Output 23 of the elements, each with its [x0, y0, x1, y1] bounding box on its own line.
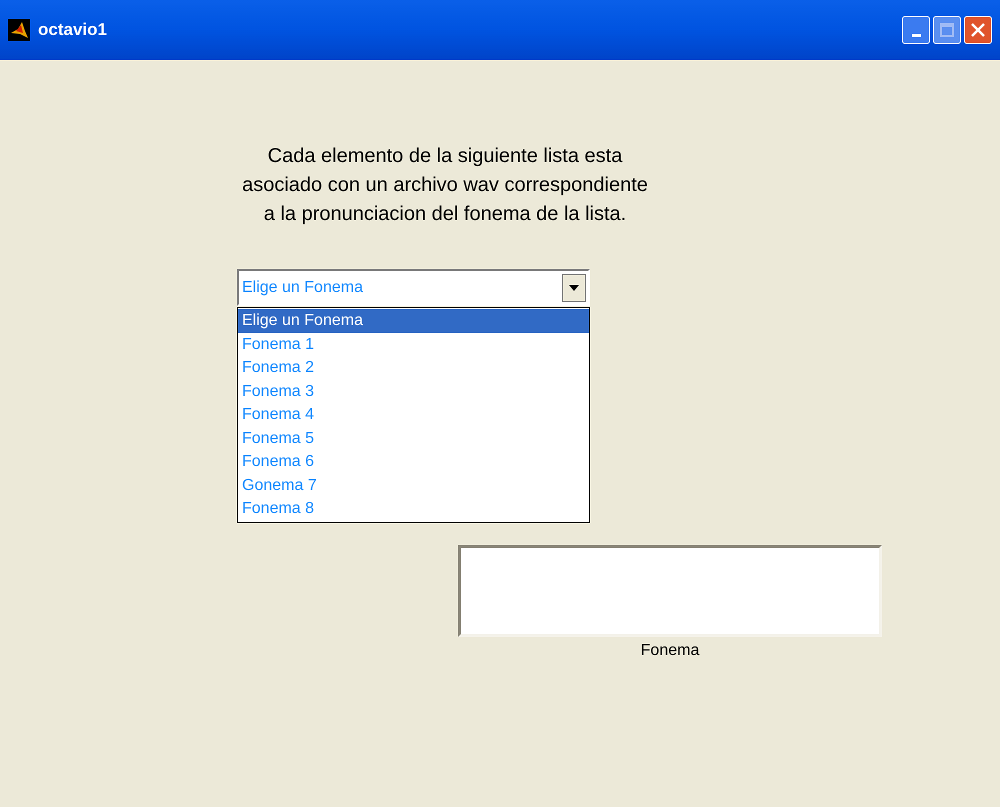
maximize-button[interactable] [933, 16, 961, 44]
dropdown-option[interactable]: Fonema 6 [238, 450, 589, 474]
caret-icon [569, 284, 579, 290]
dropdown-toggle[interactable] [562, 274, 586, 302]
dropdown-value: Elige un Fonema [241, 278, 364, 298]
window-title: octavio1 [38, 19, 107, 42]
dropdown-option[interactable]: Fonema 5 [238, 426, 589, 450]
dropdown-option[interactable]: Gonema 7 [238, 474, 589, 497]
output-label: Fonema [640, 641, 700, 661]
app-icon [8, 19, 30, 41]
dropdown-option[interactable]: Fonema 4 [238, 403, 589, 426]
maximize-icon [940, 23, 954, 37]
dropdown-option[interactable]: Fonema 1 [238, 332, 589, 356]
dropdown-option[interactable]: Fonema 2 [238, 356, 589, 380]
phoneme-dropdown[interactable]: Elige un Fonema [237, 269, 590, 306]
dropdown-option[interactable]: Fonema 3 [238, 380, 589, 403]
close-button[interactable] [964, 16, 992, 44]
dropdown-option[interactable]: Elige un Fonema [238, 309, 589, 332]
instructions-text: Cada elemento de la siguiente lista esta asociado con un archivo wav correspondiente a la pronunciacion del fonema de la lista. [241, 144, 649, 227]
minimize-button[interactable] [902, 16, 930, 44]
dropdown-option[interactable]: Fonema 8 [238, 497, 589, 520]
minimize-icon [912, 34, 920, 37]
close-icon [970, 22, 986, 38]
